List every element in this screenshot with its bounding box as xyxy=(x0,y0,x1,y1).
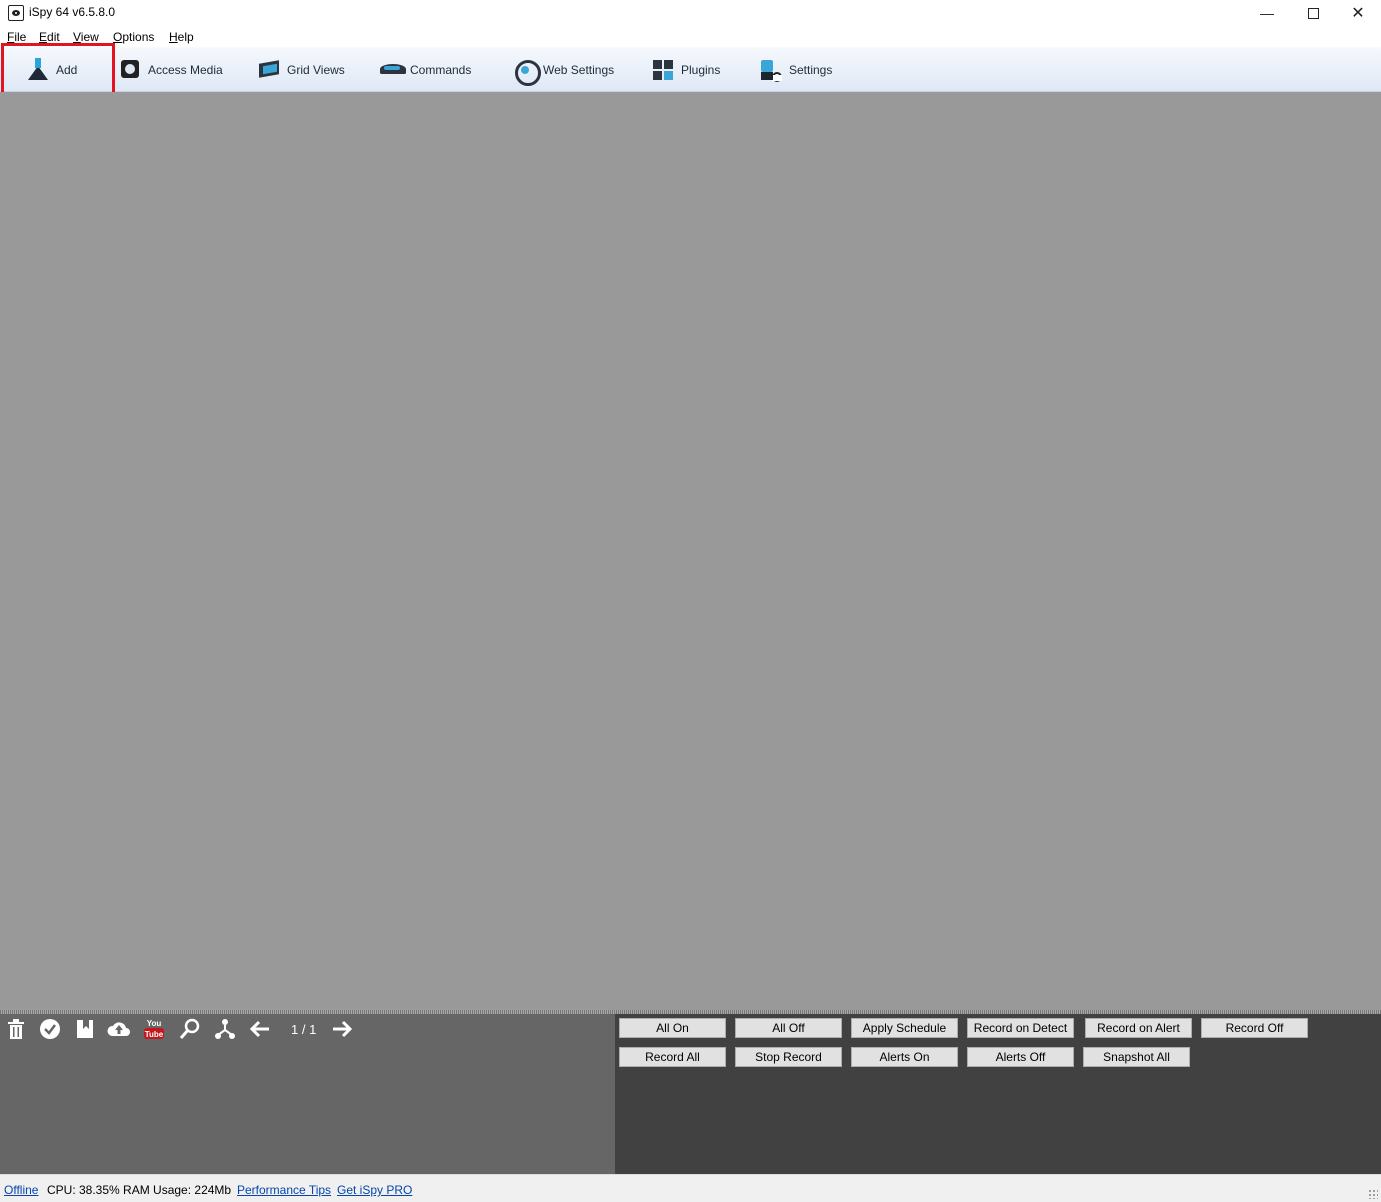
all-on-button[interactable]: All On xyxy=(619,1018,726,1038)
record-on-alert-button[interactable]: Record on Alert xyxy=(1085,1018,1192,1038)
camera-workspace[interactable] xyxy=(0,92,1381,1010)
snapshot-all-button[interactable]: Snapshot All xyxy=(1083,1047,1190,1067)
bookmark-icon[interactable] xyxy=(73,1017,97,1041)
commands-icon xyxy=(380,58,406,82)
web-settings-icon xyxy=(513,58,541,86)
commands-panel xyxy=(615,1014,1381,1174)
menu-view[interactable]: View xyxy=(73,30,99,44)
add-button[interactable]: Add xyxy=(26,47,77,92)
maximize-icon xyxy=(1307,7,1319,19)
menu-options[interactable]: Options xyxy=(113,30,154,44)
ispy-app-icon xyxy=(8,5,24,21)
share-icon[interactable] xyxy=(213,1017,237,1041)
plugins-icon xyxy=(651,58,675,82)
record-all-button[interactable]: Record All xyxy=(619,1047,726,1067)
arrow-left-icon[interactable] xyxy=(248,1017,272,1041)
resize-grip[interactable] xyxy=(1368,1189,1378,1199)
alerts-off-button[interactable]: Alerts Off xyxy=(967,1047,1074,1067)
settings-label: Settings xyxy=(789,62,833,77)
arrow-right-icon[interactable] xyxy=(330,1017,354,1041)
offline-link[interactable]: Offline xyxy=(4,1183,38,1197)
cpu-ram-usage: CPU: 38.35% RAM Usage: 224Mb xyxy=(47,1183,232,1197)
svg-text:Tube: Tube xyxy=(145,1030,164,1039)
page-indicator: 1 / 1 xyxy=(291,1022,317,1037)
close-button[interactable]: ✕ xyxy=(1335,0,1381,26)
grid-views-label: Grid Views xyxy=(287,62,345,77)
commands-button[interactable]: Commands xyxy=(380,47,471,92)
minimize-button[interactable]: — xyxy=(1244,0,1290,26)
svg-text:You: You xyxy=(147,1019,162,1028)
search-icon[interactable] xyxy=(178,1017,202,1041)
record-on-detect-button[interactable]: Record on Detect xyxy=(967,1018,1074,1038)
settings-icon xyxy=(759,58,783,82)
add-label: Add xyxy=(56,62,78,77)
plugins-button[interactable]: Plugins xyxy=(651,47,720,92)
access-media-button[interactable]: Access Media xyxy=(118,47,223,92)
maximize-button[interactable] xyxy=(1290,0,1336,26)
access-media-icon xyxy=(118,58,142,82)
access-media-label: Access Media xyxy=(148,62,223,77)
grid-views-button[interactable]: Grid Views xyxy=(257,47,345,92)
trash-icon[interactable] xyxy=(4,1017,28,1041)
commands-label: Commands xyxy=(410,62,472,77)
all-off-button[interactable]: All Off xyxy=(735,1018,842,1038)
alerts-on-button[interactable]: Alerts On xyxy=(851,1047,958,1067)
record-off-button[interactable]: Record Off xyxy=(1201,1018,1308,1038)
check-icon[interactable] xyxy=(38,1017,62,1041)
youtube-icon[interactable]: You Tube xyxy=(142,1017,166,1041)
add-icon xyxy=(26,57,50,82)
web-settings-label: Web Settings xyxy=(543,62,615,77)
settings-button[interactable]: Settings xyxy=(759,47,832,92)
status-bar: Offline CPU: 38.35% RAM Usage: 224Mb Per… xyxy=(0,1174,1381,1202)
web-settings-button[interactable]: Web Settings xyxy=(513,47,614,92)
title-bar: iSpy 64 v6.5.8.0 — ✕ xyxy=(0,0,1381,26)
main-toolbar: Add Access Media Grid Views Commands Web… xyxy=(0,47,1381,92)
stop-record-button[interactable]: Stop Record xyxy=(735,1047,842,1067)
get-ispy-pro-link[interactable]: Get iSpy PRO xyxy=(337,1183,412,1197)
apply-schedule-button[interactable]: Apply Schedule xyxy=(851,1018,958,1038)
window-title: iSpy 64 v6.5.8.0 xyxy=(29,5,116,19)
menu-bar: File Edit View Options Help xyxy=(0,28,1381,46)
menu-file[interactable]: File xyxy=(7,30,26,44)
plugins-label: Plugins xyxy=(681,62,721,77)
menu-help[interactable]: Help xyxy=(169,30,194,44)
grid-views-icon xyxy=(257,58,281,82)
performance-tips-link[interactable]: Performance Tips xyxy=(237,1183,331,1197)
upload-cloud-icon[interactable] xyxy=(107,1017,131,1041)
menu-edit[interactable]: Edit xyxy=(39,30,60,44)
